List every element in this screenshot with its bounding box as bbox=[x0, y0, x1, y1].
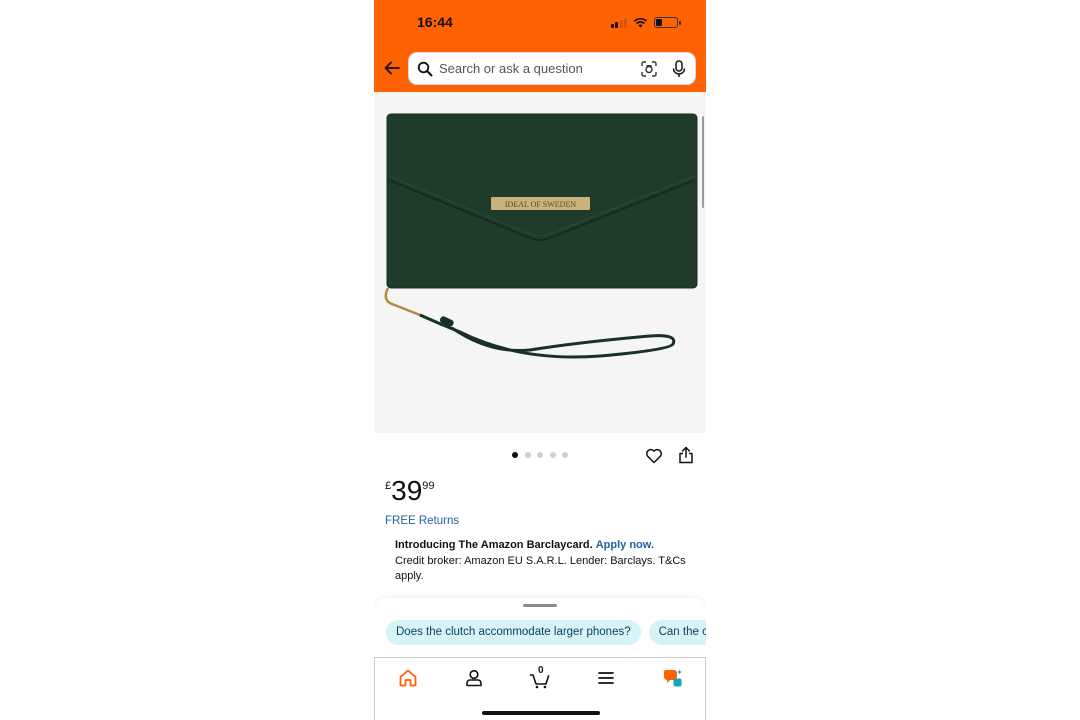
signal-icon bbox=[610, 17, 627, 28]
carousel-dot[interactable] bbox=[512, 452, 518, 458]
barclaycard-promo: Introducing The Amazon Barclaycard. Appl… bbox=[395, 538, 695, 585]
menu-icon[interactable] bbox=[595, 667, 617, 689]
back-arrow-icon[interactable] bbox=[382, 58, 402, 78]
price-fraction: 99 bbox=[422, 480, 435, 492]
product-image-carousel[interactable]: IDEAL OF SWEDEN bbox=[374, 92, 706, 433]
price-whole: 39 bbox=[391, 475, 423, 506]
apply-now-link[interactable]: Apply now. bbox=[596, 539, 654, 551]
carousel-dot[interactable] bbox=[549, 452, 556, 458]
bottom-nav: 0 bbox=[374, 657, 706, 720]
account-icon[interactable] bbox=[463, 667, 485, 689]
brand-plate-text: IDEAL OF SWEDEN bbox=[505, 200, 576, 209]
mic-icon[interactable] bbox=[672, 59, 686, 78]
cart-count: 0 bbox=[538, 665, 544, 676]
home-icon[interactable] bbox=[397, 667, 419, 689]
suggestion-chips: Does the clutch accommodate larger phone… bbox=[386, 620, 706, 645]
suggestions-sheet: Does the clutch accommodate larger phone… bbox=[374, 598, 706, 658]
search-bar[interactable]: Search or ask a question bbox=[408, 52, 696, 85]
carousel-dot[interactable] bbox=[537, 452, 543, 458]
sheet-handle[interactable] bbox=[523, 604, 557, 607]
product-image: IDEAL OF SWEDEN bbox=[384, 113, 698, 359]
heart-icon[interactable] bbox=[645, 447, 663, 465]
image-scrollbar bbox=[702, 116, 704, 208]
status-time: 16:44 bbox=[417, 14, 453, 30]
phone-screen: 16:44 Search or ask a question IDEAL OF … bbox=[374, 0, 706, 720]
suggestion-chip[interactable]: Can the c bbox=[648, 620, 706, 645]
carousel-dots[interactable] bbox=[512, 452, 568, 458]
promo-headline: Introducing The Amazon Barclaycard. bbox=[395, 539, 593, 551]
wifi-icon bbox=[633, 17, 648, 27]
share-icon[interactable] bbox=[678, 446, 694, 464]
suggestion-chip[interactable]: Does the clutch accommodate larger phone… bbox=[386, 620, 641, 645]
promo-body: Credit broker: Amazon EU S.A.R.L. Lender… bbox=[395, 554, 686, 583]
carousel-dot[interactable] bbox=[562, 452, 568, 458]
search-icon bbox=[417, 61, 433, 76]
home-indicator bbox=[482, 711, 600, 715]
battery-icon bbox=[654, 16, 681, 28]
camera-lens-icon[interactable] bbox=[640, 60, 658, 78]
search-input[interactable]: Search or ask a question bbox=[439, 61, 640, 76]
status-icons bbox=[610, 15, 681, 29]
header: 16:44 Search or ask a question bbox=[374, 0, 706, 92]
rufus-assistant-icon[interactable] bbox=[662, 667, 684, 689]
price: £ 39 99 bbox=[385, 476, 435, 506]
free-returns-link[interactable]: FREE Returns bbox=[385, 515, 459, 527]
carousel-dot[interactable] bbox=[524, 452, 531, 458]
